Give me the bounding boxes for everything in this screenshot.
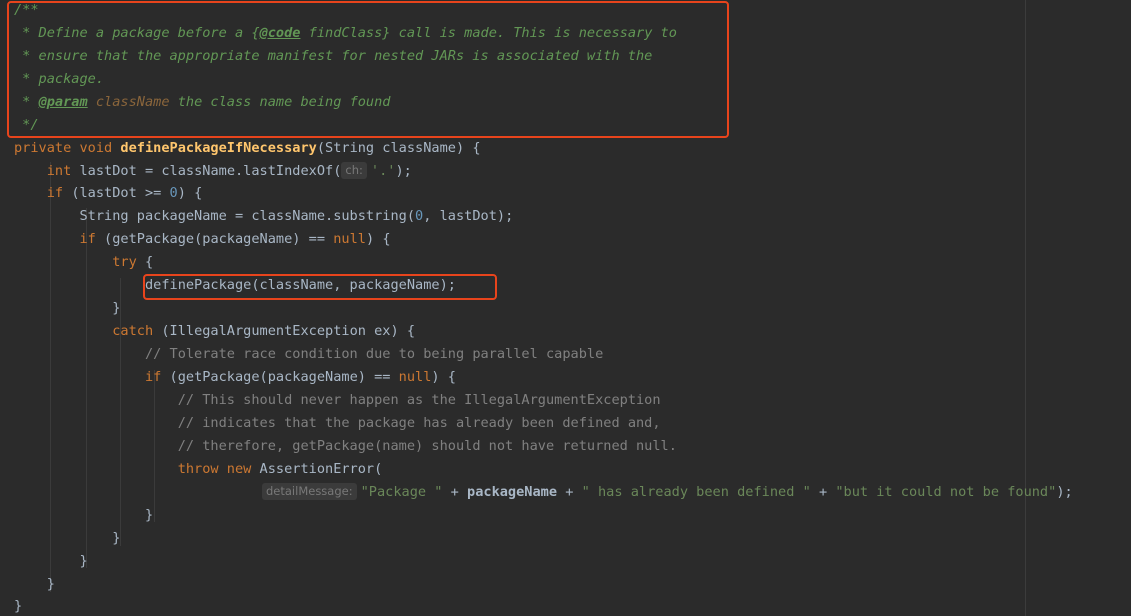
code-line[interactable]: throw new AssertionError( [14, 458, 383, 481]
code-text: + [810, 484, 836, 500]
code-text: (String className) { [316, 140, 481, 156]
code-line[interactable]: int lastDot = className.lastIndexOf(ch: '… [14, 160, 412, 183]
code-line[interactable]: detailMessage: "Package " + packageName +… [262, 481, 1073, 504]
code-text: ) { [431, 369, 456, 385]
code-line[interactable]: try { [14, 251, 153, 274]
keyword: null [398, 369, 432, 385]
code-text: AssertionError( [259, 461, 383, 477]
code-text: (getPackage(packageName) == [169, 369, 399, 385]
code-text: lastDot = className.lastIndexOf( [79, 163, 342, 179]
code-line[interactable]: } [14, 573, 55, 596]
closing-brace: } [112, 530, 121, 546]
code-line[interactable]: if (getPackage(packageName) == null) { [14, 366, 456, 389]
closing-brace: } [46, 576, 55, 592]
keyword: private void [14, 140, 121, 156]
code-line[interactable]: private void definePackageIfNecessary(St… [14, 137, 481, 160]
code-text: (lastDot >= [71, 185, 170, 201]
code-text: (getPackage(packageName) == [104, 231, 334, 247]
string-literal: '.' [370, 163, 396, 179]
closing-brace: } [79, 553, 88, 569]
keyword: catch [112, 323, 162, 339]
code-text: , lastDot); [423, 208, 514, 224]
line-comment: // indicates that the package has alread… [177, 415, 661, 431]
code-line[interactable]: // therefore, getPackage(name) should no… [14, 435, 677, 458]
code-line[interactable]: } [14, 527, 120, 550]
code-text: packageName [467, 484, 558, 500]
code-line[interactable]: } [14, 504, 153, 527]
number-literal: 0 [415, 208, 424, 224]
code-text: (IllegalArgumentException ex) { [161, 323, 416, 339]
keyword: if [46, 185, 72, 201]
code-text: String packageName = className.substring… [79, 208, 416, 224]
keyword: try [112, 254, 137, 270]
string-literal: "Package " [360, 484, 443, 500]
code-line[interactable]: } [14, 297, 120, 320]
code-text: + [442, 484, 468, 500]
code-line[interactable]: // indicates that the package has alread… [14, 412, 661, 435]
code-line[interactable]: if (lastDot >= 0) { [14, 182, 203, 205]
code-line[interactable]: String packageName = className.substring… [14, 205, 513, 228]
right-margin-guide [1025, 0, 1026, 616]
parameter-hint: detailMessage: [262, 483, 357, 500]
string-literal: "but it could not be found" [835, 484, 1057, 500]
code-line[interactable]: } [14, 550, 88, 573]
code-line[interactable]: // This should never happen as the Illeg… [14, 389, 661, 412]
line-comment: // Tolerate race condition due to being … [144, 346, 604, 362]
code-text: { [136, 254, 154, 270]
line-comment: // This should never happen as the Illeg… [177, 392, 661, 408]
closing-brace: } [144, 507, 154, 523]
javadoc-highlight-box [7, 1, 729, 138]
string-literal: " has already been defined " [581, 484, 811, 500]
code-line[interactable]: catch (IllegalArgumentException ex) { [14, 320, 415, 343]
code-text: ); [395, 163, 412, 179]
parameter-hint: ch: [341, 162, 367, 179]
code-line[interactable]: if (getPackage(packageName) == null) { [14, 228, 391, 251]
code-editor[interactable]: /** * Define a package before a {@code f… [0, 0, 1131, 616]
code-text: ); [1056, 484, 1073, 500]
keyword: int [46, 163, 80, 179]
closing-brace: } [14, 598, 23, 614]
code-text: ) { [365, 231, 391, 247]
code-text: } [112, 300, 121, 316]
code-text: ) { [177, 185, 203, 201]
code-line[interactable]: // Tolerate race condition due to being … [14, 343, 603, 366]
keyword: if [79, 231, 105, 247]
number-literal: 0 [169, 185, 178, 201]
define-package-highlight-box [143, 274, 497, 300]
keyword: null [333, 231, 366, 247]
code-text: + [557, 484, 582, 500]
line-comment: // therefore, getPackage(name) should no… [177, 438, 677, 454]
keyword: if [144, 369, 170, 385]
keyword: throw new [177, 461, 260, 477]
code-line[interactable]: } [14, 595, 22, 616]
method-name: definePackageIfNecessary [120, 140, 317, 156]
